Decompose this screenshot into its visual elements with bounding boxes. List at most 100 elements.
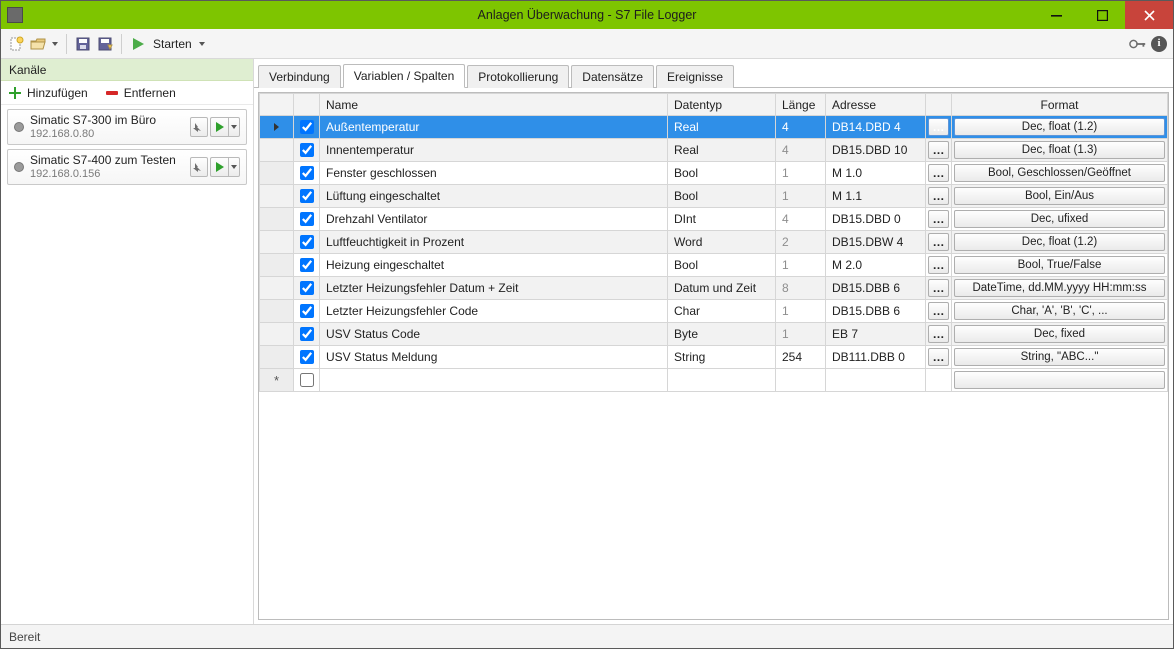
cell-length[interactable]: 1: [776, 254, 826, 277]
start-dropdown[interactable]: [198, 42, 206, 46]
cell-address[interactable]: DB15.DBW 4: [826, 231, 926, 254]
table-row[interactable]: Luftfeuchtigkeit in ProzentWord2DB15.DBW…: [260, 231, 1168, 254]
format-button[interactable]: Dec, float (1.3): [954, 141, 1165, 159]
address-browse-button[interactable]: …: [928, 325, 949, 343]
tab-verbindung[interactable]: Verbindung: [258, 65, 341, 88]
tab-protokollierung[interactable]: Protokollierung: [467, 65, 569, 88]
table-row[interactable]: Heizung eingeschaltetBool1M 2.0… Bool, Tr…: [260, 254, 1168, 277]
cell-name[interactable]: Heizung eingeschaltet: [320, 254, 668, 277]
cell-address[interactable]: DB111.DBB 0: [826, 346, 926, 369]
row-checkbox[interactable]: [300, 143, 314, 157]
start-label[interactable]: Starten: [151, 37, 194, 51]
cell-type[interactable]: Char: [668, 300, 776, 323]
address-browse-button[interactable]: …: [928, 210, 949, 228]
cell-name[interactable]: Letzter Heizungsfehler Code: [320, 300, 668, 323]
maximize-button[interactable]: [1079, 1, 1125, 29]
row-checkbox[interactable]: [300, 304, 314, 318]
cell-name[interactable]: Luftfeuchtigkeit in Prozent: [320, 231, 668, 254]
table-row[interactable]: AußentemperaturReal4DB14.DBD 4…Dec, floa…: [260, 116, 1168, 139]
channel-refresh-button[interactable]: [190, 117, 208, 137]
cell-address[interactable]: DB15.DBB 6: [826, 300, 926, 323]
cell-type[interactable]: Word: [668, 231, 776, 254]
cell-length[interactable]: 4: [776, 208, 826, 231]
format-button[interactable]: Bool, Ein/Aus: [954, 187, 1165, 205]
format-button[interactable]: Bool, Geschlossen/Geöffnet: [954, 164, 1165, 182]
address-browse-button[interactable]: …: [928, 256, 949, 274]
info-icon[interactable]: i: [1151, 36, 1167, 52]
cell-address[interactable]: M 2.0: [826, 254, 926, 277]
col-format[interactable]: Format: [952, 94, 1168, 116]
new-button[interactable]: [7, 35, 25, 53]
format-button[interactable]: Bool, True/False: [954, 256, 1165, 274]
cell-name[interactable]: Außentemperatur: [320, 116, 668, 139]
cell-type[interactable]: Datum und Zeit: [668, 277, 776, 300]
cell-length[interactable]: 1: [776, 323, 826, 346]
cell-address[interactable]: DB15.DBD 0: [826, 208, 926, 231]
tab-variablen-spalten[interactable]: Variablen / Spalten: [343, 64, 466, 88]
cell-name[interactable]: Drehzahl Ventilator: [320, 208, 668, 231]
row-checkbox[interactable]: [300, 212, 314, 226]
col-laenge[interactable]: Länge: [776, 94, 826, 116]
cell-length[interactable]: 1: [776, 162, 826, 185]
address-browse-button[interactable]: …: [928, 141, 949, 159]
save-button[interactable]: [74, 35, 92, 53]
format-button[interactable]: DateTime, dd.MM.yyyy HH:mm:ss: [954, 279, 1165, 297]
remove-channel-button[interactable]: Entfernen: [124, 86, 176, 100]
save-as-button[interactable]: [96, 35, 114, 53]
add-channel-button[interactable]: Hinzufügen: [27, 86, 88, 100]
variables-grid[interactable]: Name Datentyp Länge Adresse Format Außen…: [258, 92, 1169, 620]
table-row[interactable]: Letzter Heizungsfehler Datum + ZeitDatum…: [260, 277, 1168, 300]
cell-type[interactable]: Byte: [668, 323, 776, 346]
table-row[interactable]: Letzter Heizungsfehler CodeChar1DB15.DBB…: [260, 300, 1168, 323]
channel-play-dropdown[interactable]: [228, 117, 240, 137]
address-browse-button[interactable]: …: [928, 302, 949, 320]
table-row[interactable]: Drehzahl VentilatorDInt4DB15.DBD 0…Dec, …: [260, 208, 1168, 231]
open-dropdown[interactable]: [51, 42, 59, 46]
cell-address[interactable]: M 1.0: [826, 162, 926, 185]
format-button[interactable]: Dec, float (1.2): [954, 118, 1165, 136]
table-row[interactable]: InnentemperaturReal4DB15.DBD 10…Dec, flo…: [260, 139, 1168, 162]
cell-address[interactable]: EB 7: [826, 323, 926, 346]
format-button[interactable]: String, "ABC...": [954, 348, 1165, 366]
channel-play-button[interactable]: [210, 157, 228, 177]
cell-type[interactable]: Real: [668, 139, 776, 162]
cell-address[interactable]: DB14.DBD 4: [826, 116, 926, 139]
row-checkbox[interactable]: [300, 235, 314, 249]
channel-item[interactable]: Simatic S7-300 im Büro192.168.0.80: [7, 109, 247, 145]
cell-address[interactable]: M 1.1: [826, 185, 926, 208]
cell-length[interactable]: 1: [776, 300, 826, 323]
address-browse-button[interactable]: …: [928, 164, 949, 182]
row-checkbox[interactable]: [300, 189, 314, 203]
cell-name[interactable]: Lüftung eingeschaltet: [320, 185, 668, 208]
cell-type[interactable]: DInt: [668, 208, 776, 231]
table-row[interactable]: USV Status CodeByte1EB 7…Dec, fixed: [260, 323, 1168, 346]
row-checkbox[interactable]: [300, 350, 314, 364]
col-name[interactable]: Name: [320, 94, 668, 116]
row-checkbox[interactable]: [300, 258, 314, 272]
address-browse-button[interactable]: …: [928, 118, 949, 136]
cell-address[interactable]: DB15.DBB 6: [826, 277, 926, 300]
cell-type[interactable]: Bool: [668, 254, 776, 277]
new-row[interactable]: *….: [260, 369, 1168, 392]
address-browse-button[interactable]: …: [928, 348, 949, 366]
address-browse-button[interactable]: …: [928, 279, 949, 297]
tab-ereignisse[interactable]: Ereignisse: [656, 65, 734, 88]
channel-refresh-button[interactable]: [190, 157, 208, 177]
channel-item[interactable]: Simatic S7-400 zum Testen192.168.0.156: [7, 149, 247, 185]
cell-type[interactable]: Bool: [668, 185, 776, 208]
cell-type[interactable]: Real: [668, 116, 776, 139]
table-row[interactable]: Fenster geschlossenBool1M 1.0…Bool, Gesc…: [260, 162, 1168, 185]
row-checkbox[interactable]: [300, 166, 314, 180]
cell-address[interactable]: DB15.DBD 10: [826, 139, 926, 162]
format-button[interactable]: Dec, fixed: [954, 325, 1165, 343]
start-button[interactable]: [129, 35, 147, 53]
format-button[interactable]: Dec, float (1.2): [954, 233, 1165, 251]
close-button[interactable]: [1125, 1, 1173, 29]
table-row[interactable]: Lüftung eingeschaltetBool1M 1.1…Bool, Ei…: [260, 185, 1168, 208]
row-checkbox[interactable]: [300, 120, 314, 134]
format-button[interactable]: Char, 'A', 'B', 'C', ...: [954, 302, 1165, 320]
col-datentyp[interactable]: Datentyp: [668, 94, 776, 116]
cell-length[interactable]: 4: [776, 139, 826, 162]
minimize-button[interactable]: [1033, 1, 1079, 29]
col-adresse[interactable]: Adresse: [826, 94, 926, 116]
